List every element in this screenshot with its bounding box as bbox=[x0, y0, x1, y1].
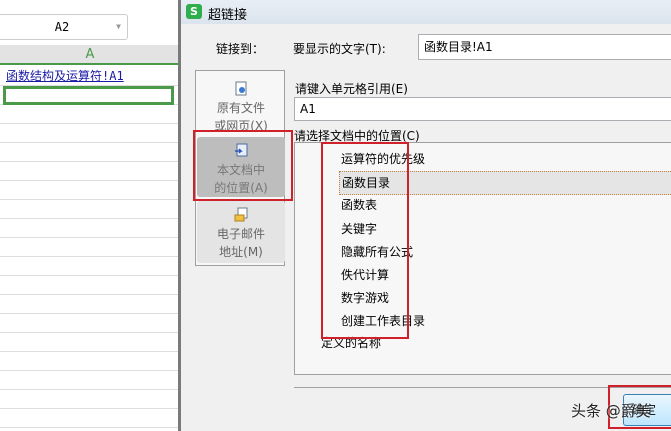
display-text-input[interactable]: 函数目录!A1 bbox=[418, 34, 671, 60]
row-10[interactable] bbox=[0, 238, 180, 257]
display-text-label: 要显示的文字(T): bbox=[293, 42, 386, 56]
title-bar[interactable]: S 超链接 bbox=[181, 0, 671, 24]
link-type-label: 电子邮件 bbox=[216, 227, 265, 241]
row-6[interactable] bbox=[0, 162, 180, 181]
hyperlink-text[interactable]: 函数结构及运算符!A1 bbox=[0, 67, 180, 86]
link-type-label: 原有文件 bbox=[216, 101, 265, 115]
file-web-icon bbox=[235, 81, 247, 96]
link-type-email[interactable]: 电子邮件地址(M) bbox=[197, 201, 285, 263]
row-17[interactable] bbox=[0, 371, 180, 390]
row-13[interactable] bbox=[0, 295, 180, 314]
selected-cell-a2[interactable] bbox=[3, 86, 174, 105]
highlight-box bbox=[321, 142, 409, 339]
row-15[interactable] bbox=[0, 333, 180, 352]
dialog-title: 超链接 bbox=[208, 8, 248, 23]
row-5[interactable] bbox=[0, 143, 180, 162]
hyperlink-dialog: S 超链接 链接到： 要显示的文字(T): 函数目录!A1 原有文件 或网页(X)… bbox=[178, 0, 671, 431]
row-7[interactable] bbox=[0, 181, 180, 200]
watermark: 头条 @爵美 bbox=[571, 402, 651, 420]
highlight-box bbox=[193, 130, 293, 201]
cell-a1[interactable]: 函数结构及运算符!A1 bbox=[0, 67, 180, 86]
cell-ref-input[interactable]: A1 bbox=[294, 97, 671, 121]
link-type-file-web[interactable]: 原有文件 或网页(X) bbox=[197, 75, 285, 137]
email-icon bbox=[234, 207, 248, 222]
column-header-a[interactable]: A bbox=[0, 45, 180, 65]
row-16[interactable] bbox=[0, 352, 180, 371]
cell-ref-label: 请键入单元格引用(E) bbox=[295, 82, 408, 96]
app-logo-icon: S bbox=[186, 4, 202, 19]
row-19[interactable] bbox=[0, 409, 180, 428]
row-12[interactable] bbox=[0, 276, 180, 295]
link-type-label: 地址(M) bbox=[219, 245, 263, 259]
row-4[interactable] bbox=[0, 124, 180, 143]
row-14[interactable] bbox=[0, 314, 180, 333]
name-box-value: A2 bbox=[54, 20, 70, 34]
chevron-down-icon[interactable]: ▼ bbox=[116, 15, 121, 39]
link-to-label: 链接到： bbox=[216, 42, 265, 56]
row-3[interactable] bbox=[0, 105, 180, 124]
row-18[interactable] bbox=[0, 390, 180, 409]
spreadsheet: A2 ▼ A 函数结构及运算符!A1 bbox=[0, 0, 180, 431]
name-box[interactable]: A2 ▼ bbox=[0, 14, 128, 40]
row-8[interactable] bbox=[0, 200, 180, 219]
row-9[interactable] bbox=[0, 219, 180, 238]
row-11[interactable] bbox=[0, 257, 180, 276]
